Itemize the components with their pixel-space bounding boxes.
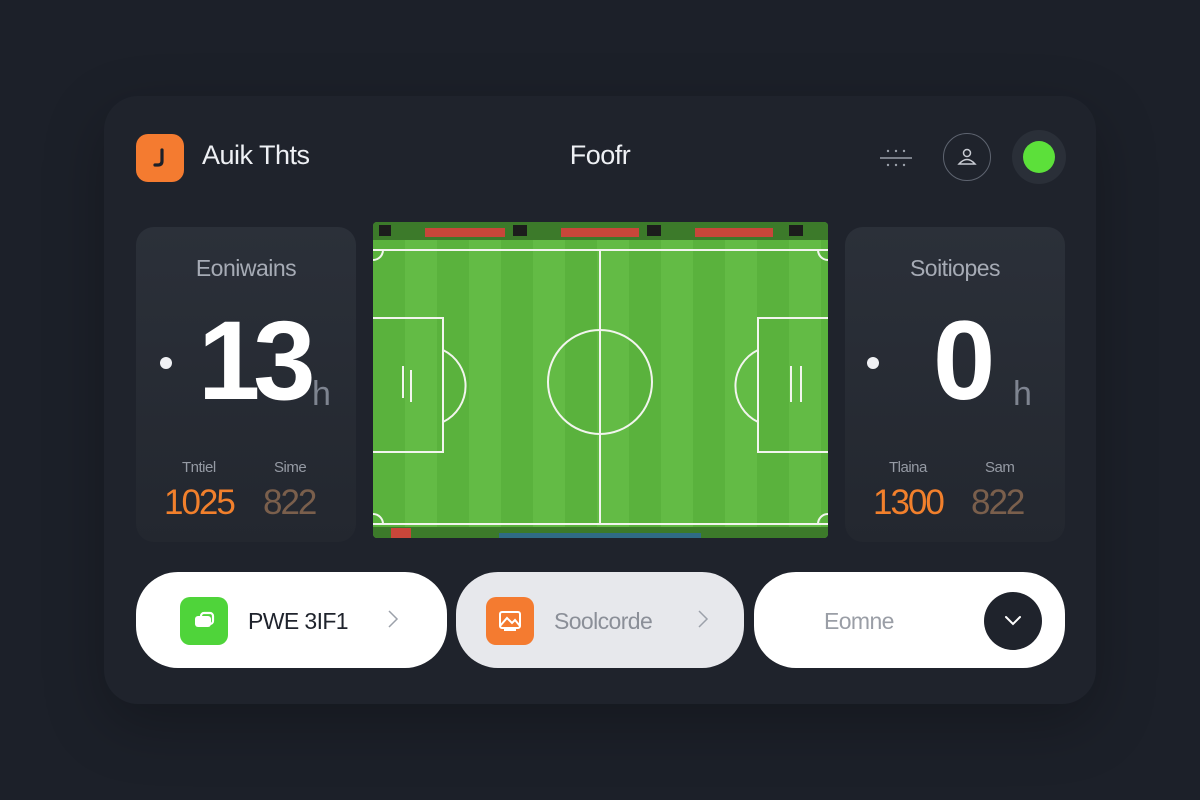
right-stat-label-1: Tlaina [889, 459, 927, 476]
right-bullet-icon [867, 357, 879, 369]
left-stat-label-1: Tntiel [182, 459, 216, 476]
left-stat-value-2: 822 [263, 483, 317, 522]
app-title: Auik Thts [202, 140, 310, 170]
status-toggle[interactable] [1012, 130, 1066, 184]
left-stat-value-1: 1025 [164, 483, 236, 522]
right-stat-label-2: Sam [985, 459, 1015, 476]
user-icon[interactable] [943, 133, 991, 181]
right-stat-value-1: 1300 [873, 483, 945, 522]
camera-icon [180, 597, 228, 645]
right-stat-panel: Soitiopes 0 h Tlaina Sam 1300 822 [845, 227, 1065, 542]
right-unit: h [1013, 375, 1032, 413]
soolcorde-button[interactable]: Soolcorde [456, 572, 744, 668]
soolcorde-button-label: Soolcorde [554, 608, 653, 634]
chevron-right-icon [696, 608, 710, 635]
right-big-value: 0 [933, 298, 995, 423]
eomne-dropdown-label: Eomne [824, 608, 894, 634]
app-logo-icon[interactable] [136, 134, 184, 182]
pwe-button[interactable]: PWE 3IF1 [136, 572, 447, 668]
left-panel-title: Eoniwains [195, 255, 297, 281]
pwe-button-label: PWE 3IF1 [248, 608, 349, 634]
eomne-dropdown[interactable]: Eomne [754, 572, 1065, 668]
left-stat-panel: Eoniwains 13 h Tntiel Sime 1025 822 [136, 227, 356, 542]
image-icon [486, 597, 534, 645]
left-big-value: 13 [198, 298, 316, 423]
menu-icon[interactable] [872, 138, 920, 178]
right-panel-title: Soitiopes [909, 255, 1001, 281]
page-title: Foofr [569, 140, 631, 170]
status-dot [1023, 141, 1055, 173]
left-stat-label-2: Sime [274, 459, 307, 476]
football-pitch [373, 222, 828, 538]
left-bullet-icon [160, 357, 172, 369]
chevron-right-icon [386, 608, 400, 635]
right-stat-value-2: 822 [971, 483, 1025, 522]
chevron-down-icon[interactable] [984, 592, 1042, 650]
left-unit: h [312, 375, 331, 413]
